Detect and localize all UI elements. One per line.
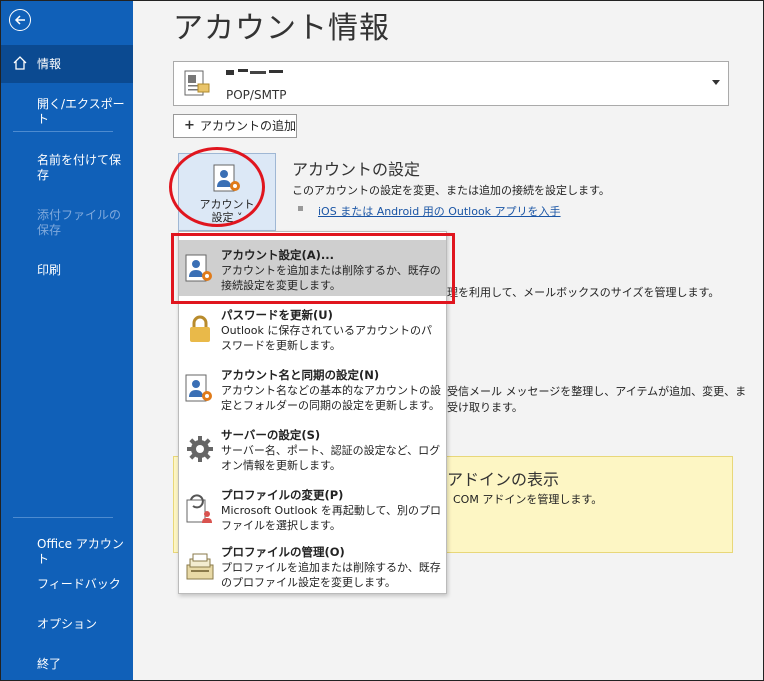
- sidebar-item-label: フィードバック: [37, 577, 121, 591]
- page-title: アカウント情報: [173, 11, 390, 46]
- section-description: このアカウントの設定を変更、または追加の接続を設定します。: [292, 184, 610, 197]
- sidebar-divider: [13, 131, 113, 132]
- sidebar-item-save-as[interactable]: 名前を付けて保存: [1, 153, 121, 183]
- sidebar-item-label: 終了: [37, 657, 62, 671]
- menu-item-description: サーバー名、ポート、認証の設定など、ログオン情報を更新します。: [221, 444, 441, 472]
- profile-manage-icon: [186, 553, 214, 580]
- highlight-rectangle: [171, 233, 455, 304]
- sidebar-item-label: 印刷: [37, 263, 62, 277]
- menu-item-update-password[interactable]: パスワードを更新(U) Outlook に保存されているアカウントのパスワードを…: [179, 300, 446, 356]
- menu-item-description: Outlook に保存されているアカウントのパスワードを更新します。: [221, 324, 432, 352]
- menu-item-account-sync[interactable]: アカウント名と同期の設定(N) アカウント名などの基本的なアカウントの設定とフォ…: [179, 360, 446, 416]
- account-type: POP/SMTP: [226, 88, 287, 102]
- rules-description-line2: 受け取ります。: [447, 401, 523, 414]
- menu-item-title: サーバーの設定(S): [221, 428, 321, 442]
- menu-item-description: Microsoft Outlook を再起動して、別のプロファイルを選択します。: [221, 504, 442, 532]
- sidebar-item-label: 添付ファイルの保存: [37, 208, 122, 237]
- menu-item-title: プロファイルの変更(P): [221, 488, 344, 502]
- sidebar: 情報 開く/エクスポート 名前を付けて保存 添付ファイルの保存 印刷 Offic…: [1, 1, 133, 680]
- sidebar-item-label: オプション: [37, 617, 98, 631]
- menu-item-description: アカウント名などの基本的なアカウントの設定とフォルダーの同期の設定を更新します。: [221, 384, 441, 412]
- menu-item-manage-profiles[interactable]: プロファイルの管理(O) プロファイルを追加または削除するか、既存のプロファイル…: [179, 537, 446, 593]
- sidebar-item-print[interactable]: 印刷: [1, 263, 133, 278]
- chevron-down-icon: [712, 80, 720, 85]
- rules-description-line1: 受信メール メッセージを整理し、アイテムが追加、変更、ま: [447, 385, 747, 398]
- sidebar-item-save-attachments: 添付ファイルの保存: [1, 208, 121, 238]
- sidebar-item-open-export[interactable]: 開く/エクスポート: [1, 97, 133, 127]
- addin-title: アドインの表示: [447, 470, 560, 489]
- sidebar-item-options[interactable]: オプション: [1, 617, 133, 632]
- account-selector[interactable]: POP/SMTP: [173, 61, 729, 106]
- sidebar-item-label: 開く/エクスポート: [37, 97, 125, 126]
- highlight-oval: [169, 147, 265, 227]
- lock-icon: [190, 315, 210, 342]
- menu-item-description: プロファイルを追加または削除するか、既存のプロファイル設定を変更します。: [221, 561, 441, 589]
- profile-change-icon: [186, 494, 212, 523]
- menu-item-title: プロファイルの管理(O): [221, 545, 345, 559]
- mobile-app-link[interactable]: iOS または Android 用の Outlook アプリを入手: [318, 203, 561, 219]
- mailbox-cleanup-description: 理を利用して、メールボックスのサイズを管理します。: [447, 286, 720, 299]
- sidebar-item-label: 名前を付けて保存: [37, 153, 122, 182]
- menu-item-title: パスワードを更新(U): [221, 308, 333, 322]
- sidebar-divider: [13, 517, 113, 518]
- sidebar-item-feedback[interactable]: フィードバック: [1, 577, 133, 592]
- home-icon: [13, 56, 27, 70]
- sidebar-item-label: 情報: [37, 57, 62, 71]
- menu-item-server-settings[interactable]: サーバーの設定(S) サーバー名、ポート、認証の設定など、ログオン情報を更新しま…: [179, 420, 446, 476]
- rules-description: 受信メール メッセージを整理し、アイテムが追加、変更、ま 受け取ります。: [447, 384, 746, 416]
- section-title: アカウントの設定: [292, 160, 421, 179]
- account-file-icon: [184, 70, 210, 96]
- sidebar-item-office-account[interactable]: Office アカウント: [1, 537, 133, 567]
- account-sync-icon: [185, 374, 212, 402]
- sidebar-item-exit[interactable]: 終了: [1, 657, 133, 672]
- menu-item-change-profile[interactable]: プロファイルの変更(P) Microsoft Outlook を再起動して、別の…: [179, 480, 446, 536]
- menu-item-title: アカウント名と同期の設定(N): [221, 368, 380, 382]
- add-account-label: アカウントの追加: [200, 119, 297, 133]
- sidebar-item-label: Office アカウント: [37, 537, 124, 566]
- plus-icon: +: [184, 118, 195, 133]
- gear-icon: [187, 436, 213, 462]
- sidebar-item-info[interactable]: 情報: [1, 45, 133, 83]
- redacted-account-name: [226, 69, 283, 75]
- addin-description: COM アドインを管理します。: [453, 493, 603, 506]
- add-account-button[interactable]: + アカウントの追加: [173, 114, 297, 138]
- back-arrow-icon[interactable]: [9, 9, 31, 31]
- bullet-icon: [298, 206, 303, 211]
- outlook-backstage: 情報 開く/エクスポート 名前を付けて保存 添付ファイルの保存 印刷 Offic…: [0, 0, 764, 681]
